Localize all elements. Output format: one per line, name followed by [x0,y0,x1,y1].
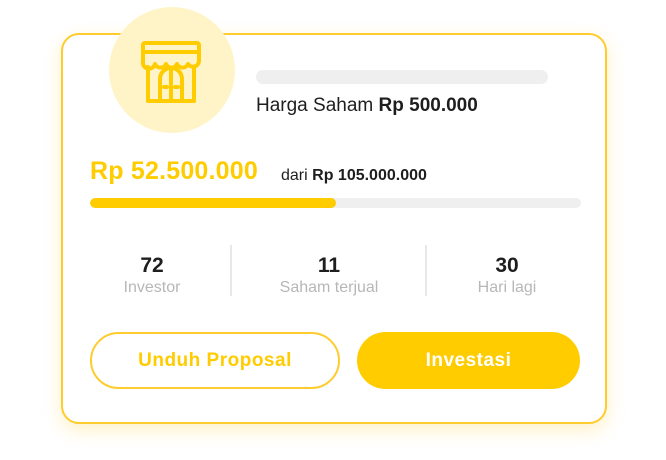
stat-divider [425,245,427,296]
stat-label: Investor [123,279,181,296]
target-value: Rp 105.000.000 [312,167,427,184]
share-price-label: Harga Saham [256,95,374,116]
stat-divider [230,245,232,296]
stat-days-left: 30 Hari lagi [457,253,557,297]
funding-progress-bar [90,198,581,208]
raised-amount: Rp 52.500.000 [90,157,258,185]
funding-progress-fill [90,198,336,208]
stat-shares-sold: 11 Saham terjual [259,253,399,297]
stat-label: Hari lagi [477,279,537,296]
stat-investor: 72 Investor [92,253,212,297]
storefront-icon [140,41,201,103]
title-placeholder [256,70,548,84]
project-avatar [109,7,235,133]
target-amount: dari Rp 105.000.000 [281,167,427,185]
share-price: Harga Saham Rp 500.000 [256,95,478,117]
stat-label: Saham terjual [279,279,379,296]
target-prefix: dari [281,167,308,184]
share-price-value: Rp 500.000 [378,95,478,116]
stat-value: 11 [317,254,341,277]
stat-value: 30 [495,254,519,277]
stat-value: 72 [140,254,164,277]
download-proposal-button[interactable]: Unduh Proposal [90,332,340,389]
invest-button[interactable]: Investasi [357,332,580,389]
